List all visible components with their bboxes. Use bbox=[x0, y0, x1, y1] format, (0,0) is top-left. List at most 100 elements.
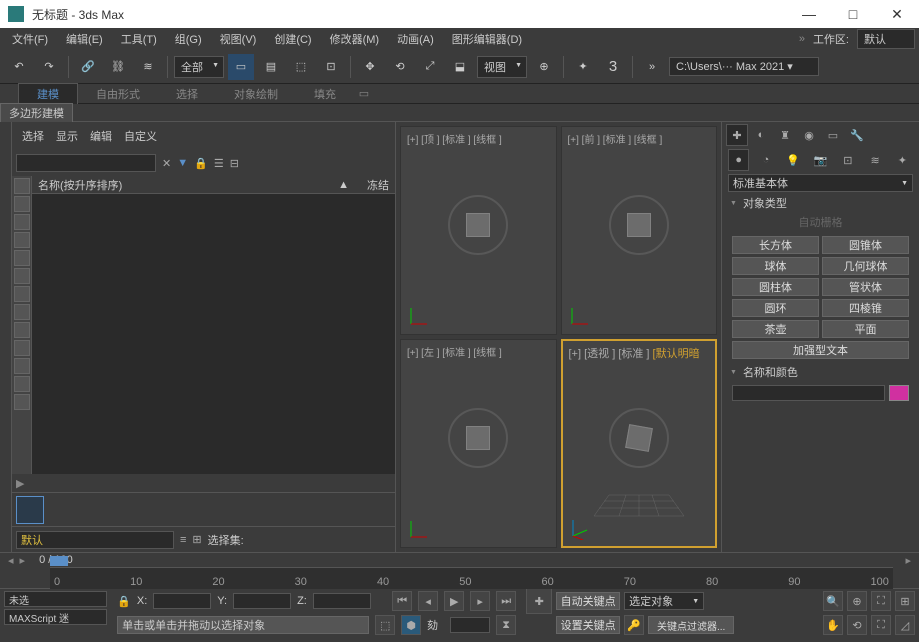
view-list-icon[interactable]: ☰ bbox=[214, 157, 224, 170]
add-time-tag[interactable]: 劾 bbox=[427, 617, 438, 633]
se-tab-select[interactable]: 选择 bbox=[22, 128, 44, 144]
column-name[interactable]: 名称(按升序排序) bbox=[38, 177, 338, 193]
scene-explorer-expand[interactable]: ▶ bbox=[12, 474, 395, 492]
maxscript-mini-dropdown2[interactable]: MAXScript 迷 bbox=[4, 609, 107, 625]
goto-end-button[interactable]: ⏭ bbox=[496, 591, 516, 611]
filter-xref-icon[interactable] bbox=[14, 304, 30, 320]
primitive-textplus[interactable]: 加强型文本 bbox=[732, 341, 909, 359]
rollout-name-color[interactable]: 名称和颜色 bbox=[722, 363, 919, 381]
bind-spacewarp-button[interactable]: ≋ bbox=[135, 54, 161, 80]
menu-overflow-icon[interactable]: » bbox=[799, 33, 805, 45]
selection-filter-dropdown[interactable]: 全部 bbox=[174, 56, 224, 78]
maximize-viewport-button[interactable]: ⛶ bbox=[871, 615, 891, 635]
zoom-all-button[interactable]: ⊕ bbox=[847, 591, 867, 611]
geometry-subtab[interactable]: ● bbox=[728, 149, 749, 171]
primitive-teapot[interactable]: 茶壶 bbox=[732, 320, 819, 338]
select-place-button[interactable]: ⬓ bbox=[447, 54, 473, 80]
shapes-subtab[interactable]: ◔ bbox=[755, 149, 776, 171]
viewcube-icon[interactable] bbox=[448, 408, 508, 468]
ribbon-tab-objectpaint[interactable]: 对象绘制 bbox=[216, 84, 296, 104]
filter-shape-icon[interactable] bbox=[14, 196, 30, 212]
scene-explorer-list[interactable]: 名称(按升序排序) ▲ 冻结 bbox=[32, 176, 395, 474]
systems-subtab[interactable]: ✦ bbox=[892, 149, 913, 171]
utilities-tab[interactable]: 🔧 bbox=[846, 124, 868, 146]
filter-camera-icon[interactable] bbox=[14, 232, 30, 248]
primitive-cone[interactable]: 圆锥体 bbox=[822, 236, 909, 254]
selection-set-dropdown[interactable]: 默认 bbox=[16, 531, 174, 549]
filter-group-icon[interactable] bbox=[14, 286, 30, 302]
menu-graph[interactable]: 图形编辑器(D) bbox=[444, 29, 530, 49]
menu-file[interactable]: 文件(F) bbox=[4, 29, 56, 49]
time-ruler[interactable]: 0 10 20 30 40 50 60 70 80 90 100 bbox=[50, 567, 893, 589]
viewport-top[interactable]: [+] [顶 ] [标准 ] [线框 ] bbox=[400, 126, 557, 335]
select-by-name-button[interactable]: ▤ bbox=[258, 54, 284, 80]
ribbon-tab-freeform[interactable]: 自由形式 bbox=[78, 84, 158, 104]
primitive-cylinder[interactable]: 圆柱体 bbox=[732, 278, 819, 296]
zoom-extents-button[interactable]: ⛶ bbox=[871, 591, 891, 611]
clear-search-icon[interactable]: ✕ bbox=[162, 157, 171, 170]
workspace-dropdown[interactable]: 默认 bbox=[857, 29, 915, 49]
select-region-rect-button[interactable]: ⬚ bbox=[288, 54, 314, 80]
filter-helper-icon[interactable] bbox=[14, 250, 30, 266]
create-tab[interactable]: ✚ bbox=[726, 124, 748, 146]
isolate-button[interactable]: ⬚ bbox=[375, 615, 395, 635]
menu-tools[interactable]: 工具(T) bbox=[113, 29, 165, 49]
viewport-top-label[interactable]: [+] [顶 ] [标准 ] [线框 ] bbox=[407, 131, 502, 146]
timeline-expand-icon[interactable]: ▸ bbox=[905, 554, 911, 567]
select-rotate-button[interactable]: ⟲ bbox=[387, 54, 413, 80]
primitive-tube[interactable]: 管状体 bbox=[822, 278, 909, 296]
next-frame-button[interactable]: ▸ bbox=[470, 591, 490, 611]
project-path-display[interactable]: C:\Users\··· Max 2021 ▾ bbox=[669, 57, 819, 76]
toolbar-overflow-icon[interactable]: » bbox=[639, 54, 665, 80]
fov-button[interactable]: ◿ bbox=[895, 615, 915, 635]
close-button[interactable]: ✕ bbox=[875, 0, 919, 28]
y-coord-input[interactable] bbox=[233, 593, 291, 609]
menu-animation[interactable]: 动画(A) bbox=[389, 29, 442, 49]
time-config-button[interactable]: ⧗ bbox=[496, 615, 516, 635]
zoom-button[interactable]: 🔍 bbox=[823, 591, 843, 611]
filter-spacewarp-icon[interactable] bbox=[14, 268, 30, 284]
select-move-button[interactable]: ✥ bbox=[357, 54, 383, 80]
primitive-box[interactable]: 长方体 bbox=[732, 236, 819, 254]
redo-button[interactable]: ↷ bbox=[36, 54, 62, 80]
current-frame-input[interactable] bbox=[450, 617, 490, 633]
viewport-left[interactable]: [+] [左 ] [标准 ] [线框 ] bbox=[400, 339, 557, 548]
key-filter-icon[interactable]: 🔑 bbox=[624, 615, 644, 635]
se-tab-custom[interactable]: 自定义 bbox=[124, 128, 157, 144]
autokey-button[interactable]: 自动关键点 bbox=[556, 592, 620, 610]
viewport-persp-label[interactable]: [+] [透视 ] [标准 ] [默认明暗 bbox=[569, 345, 700, 361]
modify-tab[interactable]: ◐ bbox=[750, 124, 772, 146]
filter-all-icon[interactable] bbox=[14, 394, 30, 410]
viewport-left-label[interactable]: [+] [左 ] [标准 ] [线框 ] bbox=[407, 344, 502, 359]
menu-view[interactable]: 视图(V) bbox=[212, 29, 265, 49]
object-name-input[interactable] bbox=[732, 385, 885, 401]
filter-light-icon[interactable] bbox=[14, 214, 30, 230]
lights-subtab[interactable]: 💡 bbox=[783, 149, 804, 171]
cameras-subtab[interactable]: 📷 bbox=[810, 149, 831, 171]
column-freeze[interactable]: 冻结 bbox=[349, 177, 389, 193]
maximize-button[interactable]: □ bbox=[831, 0, 875, 28]
viewcube-icon[interactable] bbox=[609, 408, 669, 468]
manipulate-button[interactable]: ✦ bbox=[570, 54, 596, 80]
timeline-next-icon[interactable]: ▸ bbox=[20, 554, 26, 567]
autogrid-checkbox[interactable]: 自动栅格 bbox=[722, 212, 919, 232]
ribbon-tab-selection[interactable]: 选择 bbox=[158, 84, 216, 104]
filter-frozen-icon[interactable] bbox=[14, 358, 30, 374]
helpers-subtab[interactable]: ⊡ bbox=[837, 149, 858, 171]
time-slider-handle[interactable] bbox=[50, 556, 68, 566]
x-coord-input[interactable] bbox=[153, 593, 211, 609]
snap-toggle-button[interactable]: 3 bbox=[600, 54, 626, 80]
unlink-button[interactable]: ⛓ bbox=[105, 54, 131, 80]
link-button[interactable]: 🔗 bbox=[75, 54, 101, 80]
maxscript-mini-dropdown1[interactable]: 未选 bbox=[4, 591, 107, 607]
play-button[interactable]: ▶ bbox=[444, 591, 464, 611]
menu-modifiers[interactable]: 修改器(M) bbox=[322, 29, 388, 49]
primitive-torus[interactable]: 圆环 bbox=[732, 299, 819, 317]
key-target-dropdown[interactable]: 选定对象 bbox=[624, 592, 704, 610]
viewport-front[interactable]: [+] [前 ] [标准 ] [线框 ] bbox=[561, 126, 718, 335]
undo-button[interactable]: ↶ bbox=[6, 54, 32, 80]
orbit-button[interactable]: ⟲ bbox=[847, 615, 867, 635]
filter-bone-icon[interactable] bbox=[14, 322, 30, 338]
display-tab[interactable]: ▭ bbox=[822, 124, 844, 146]
primitive-sphere[interactable]: 球体 bbox=[732, 257, 819, 275]
